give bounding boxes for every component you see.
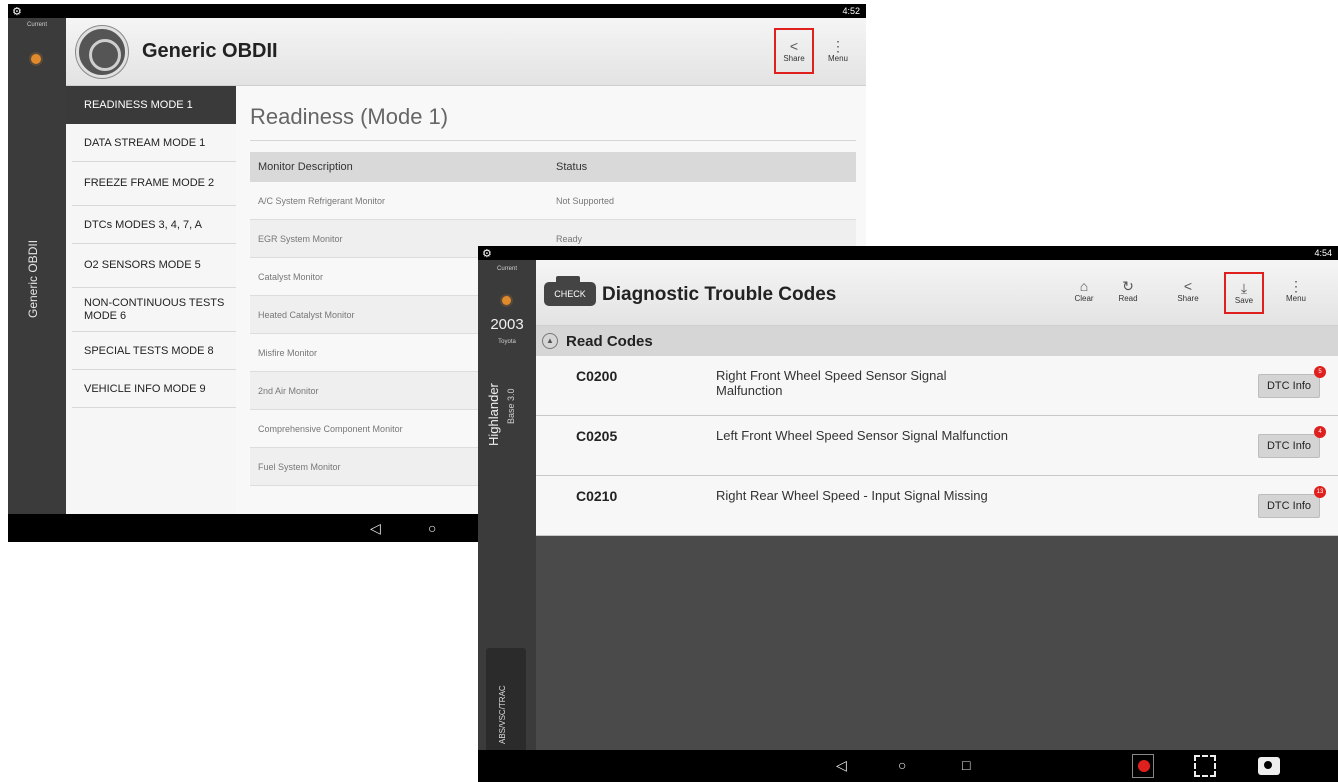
read-button[interactable]: ↻ Read	[1110, 276, 1146, 316]
close-capture-icon[interactable]	[1132, 754, 1154, 778]
menu-icon: ⋮	[1289, 278, 1303, 294]
column-header-monitor: Monitor Description	[258, 161, 353, 173]
app-header: Generic OBDII < Share ⋮ Menu	[66, 18, 866, 86]
android-nav-bar: ◁ ○ □	[478, 750, 1338, 782]
screenshot-icon[interactable]	[1194, 755, 1216, 777]
sidebar-item-readiness[interactable]: READINESS MODE 1	[66, 86, 246, 124]
share-button[interactable]: < Share	[774, 28, 814, 74]
page-title: Generic OBDII	[142, 40, 278, 62]
dtc-info-button[interactable]: DTC Info	[1258, 374, 1320, 398]
clear-label: Clear	[1074, 294, 1094, 303]
divider	[250, 140, 856, 141]
camera-icon[interactable]	[1258, 757, 1280, 775]
dtc-description: Right Front Wheel Speed Sensor Signal Ma…	[716, 368, 947, 398]
dtc-info-badge: 5	[1314, 366, 1326, 378]
collapse-icon[interactable]: ▲	[542, 333, 558, 349]
dtc-info-button[interactable]: DTC Info	[1258, 434, 1320, 458]
save-label: Save	[1234, 296, 1254, 305]
dtc-info-button[interactable]: DTC Info	[1258, 494, 1320, 518]
sidebar-item-o2-sensors[interactable]: O2 SENSORS MODE 5	[72, 244, 236, 288]
home-icon[interactable]: ○	[898, 757, 906, 773]
page-title: Diagnostic Trouble Codes	[602, 284, 837, 305]
clear-button[interactable]: ⌂ Clear	[1066, 276, 1102, 316]
section-label: Read Codes	[566, 332, 653, 350]
menu-button[interactable]: ⋮ Menu	[1276, 276, 1316, 316]
read-codes-header[interactable]: ▲ Read Codes	[536, 326, 1338, 356]
vehicle-rail: Current Generic OBDII	[8, 18, 66, 514]
monitor-cell: A/C System Refrigerant Monitor	[258, 195, 386, 206]
vehicle-trim: Base 3.0	[506, 388, 516, 424]
current-label: Current	[496, 266, 517, 272]
dtc-screen: ⚙ 4:54 Current 2003 Toyota Highlander Ba…	[478, 246, 1338, 782]
refresh-icon: ↻	[1122, 278, 1134, 294]
dtc-row: C0205 Left Front Wheel Speed Sensor Sign…	[536, 416, 1338, 476]
status-bar: ⚙ 4:52	[8, 4, 866, 18]
clear-icon: ⌂	[1079, 278, 1089, 294]
share-icon: <	[1183, 278, 1193, 294]
sidebar-item-non-continuous[interactable]: NON-CONTINUOUS TESTS MODE 6	[72, 288, 236, 332]
dtc-info-badge: 13	[1314, 486, 1326, 498]
sidebar-item-data-stream[interactable]: DATA STREAM MODE 1	[72, 124, 236, 162]
system-button[interactable]: ABS/VSC/TRAC	[486, 648, 526, 760]
monitor-cell: EGR System Monitor	[258, 233, 343, 244]
share-icon: <	[789, 38, 799, 54]
dtc-code: C0210	[576, 488, 618, 504]
menu-label: Menu	[1285, 294, 1306, 303]
table-header: Monitor Description Status	[250, 152, 856, 182]
home-icon[interactable]: ○	[428, 520, 436, 536]
current-label: Current	[26, 22, 47, 28]
status-bar: ⚙ 4:54	[478, 246, 1338, 260]
download-icon: ⤓	[1240, 280, 1248, 296]
menu-icon: ⋮	[831, 38, 845, 54]
recents-icon[interactable]: □	[962, 757, 970, 773]
status-time: 4:54	[1314, 248, 1332, 258]
share-label: Share	[783, 54, 805, 63]
system-label: ABS/VSC/TRAC	[498, 685, 507, 744]
app-header: CHECK Diagnostic Trouble Codes ⌂ Clear ↻…	[536, 260, 1338, 326]
dtc-info-badge: 4	[1314, 426, 1326, 438]
column-header-status: Status	[556, 161, 588, 173]
vehicle-model: Highlander	[486, 383, 501, 446]
dtc-code: C0200	[576, 368, 618, 384]
back-icon[interactable]: ◁	[370, 520, 381, 537]
read-label: Read	[1118, 294, 1138, 303]
share-label: Share	[1177, 294, 1199, 303]
sidebar-item-freeze-frame[interactable]: FREEZE FRAME MODE 2	[72, 162, 236, 206]
dtc-code: C0205	[576, 428, 618, 444]
dtc-list: C0200 Right Front Wheel Speed Sensor Sig…	[536, 356, 1338, 536]
mode-sidebar: READINESS MODE 1 DATA STREAM MODE 1 FREE…	[66, 86, 246, 514]
section-title: Readiness (Mode 1)	[250, 104, 449, 129]
gear-icon: ⚙	[12, 6, 22, 18]
check-engine-icon: CHECK	[544, 276, 596, 306]
status-cell: Not Supported	[556, 195, 615, 206]
dtc-description: Right Rear Wheel Speed - Input Signal Mi…	[716, 488, 988, 503]
vehicle-make: Toyota	[498, 339, 516, 345]
status-time: 4:52	[842, 6, 860, 16]
vehicle-status-icon	[31, 54, 41, 64]
save-button[interactable]: ⤓ Save	[1224, 272, 1264, 314]
gear-icon: ⚙	[482, 248, 492, 260]
menu-label: Menu	[827, 54, 848, 63]
dtc-row: C0200 Right Front Wheel Speed Sensor Sig…	[536, 356, 1338, 416]
sidebar-item-special-tests[interactable]: SPECIAL TESTS MODE 8	[72, 332, 236, 370]
dtc-description: Left Front Wheel Speed Sensor Signal Mal…	[716, 428, 1008, 443]
sidebar-item-vehicle-info[interactable]: VEHICLE INFO MODE 9	[72, 370, 236, 408]
vehicle-year: 2003	[490, 316, 524, 333]
vehicle-rail: Current 2003 Toyota Highlander Base 3.0 …	[478, 260, 536, 760]
menu-button[interactable]: ⋮ Menu	[818, 28, 858, 74]
back-icon[interactable]: ◁	[836, 757, 847, 774]
table-row[interactable]: A/C System Refrigerant Monitor Not Suppor…	[250, 182, 856, 220]
dtc-row: C0210 Right Rear Wheel Speed - Input Sig…	[536, 476, 1338, 536]
status-cell: Ready	[556, 233, 583, 244]
sidebar-item-dtcs[interactable]: DTCs MODES 3, 4, 7, A	[72, 206, 236, 244]
share-button[interactable]: < Share	[1170, 276, 1206, 316]
vehicle-status-icon	[502, 296, 511, 305]
vehicle-label[interactable]: Generic OBDII	[26, 240, 40, 318]
obd-logo-icon	[76, 26, 128, 78]
